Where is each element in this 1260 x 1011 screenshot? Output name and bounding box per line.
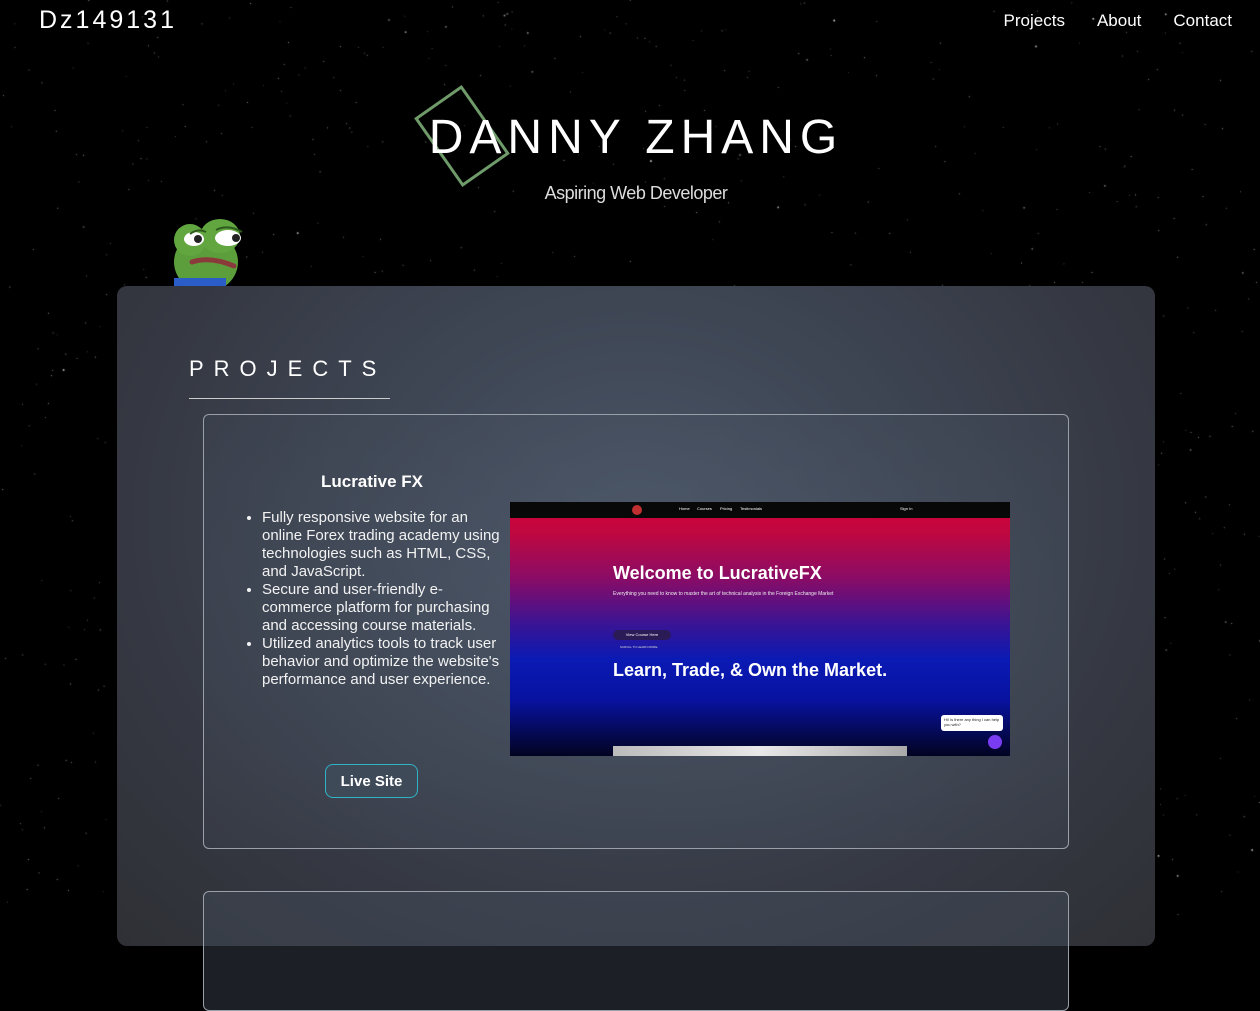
nav-about[interactable]: About bbox=[1097, 11, 1141, 31]
messenger-icon bbox=[988, 735, 1002, 749]
nav-contact[interactable]: Contact bbox=[1173, 11, 1232, 31]
project-card: Lucrative FX Fully responsive website fo… bbox=[203, 414, 1069, 849]
list-item: Utilized analytics tools to track user b… bbox=[262, 635, 510, 689]
project-title: Lucrative FX bbox=[320, 472, 424, 491]
screenshot-heading: Welcome to LucrativeFX bbox=[613, 563, 822, 583]
screenshot-cta: View Course Here bbox=[613, 630, 671, 640]
screenshot-sign-in: Sign In bbox=[900, 506, 913, 511]
screenshot-tagline: Everything you need to know to master th… bbox=[613, 591, 834, 597]
projects-panel: PROJECTS Lucrative FX Fully responsive w… bbox=[117, 286, 1155, 1011]
hero-title: DANNY ZHANG bbox=[428, 111, 844, 164]
main-nav: Projects About Contact bbox=[1004, 11, 1232, 31]
project-card-next bbox=[203, 891, 1069, 1011]
frog-mascot-icon bbox=[174, 219, 243, 288]
screenshot-chat-bubble: Hi! Is there any thing I can help you wi… bbox=[941, 715, 1003, 731]
screenshot-bottom-bar bbox=[613, 746, 907, 756]
screenshot-nav-item: Courses bbox=[697, 506, 712, 511]
screenshot-scroll-hint: SCROLL TO LEARN MORE bbox=[620, 645, 658, 649]
project-screenshot[interactable]: Home Courses Pricing Testimonials Sign I… bbox=[510, 502, 1010, 756]
live-site-button[interactable]: Live Site bbox=[325, 764, 418, 798]
screenshot-logo-icon bbox=[632, 505, 642, 515]
site-logo[interactable]: Dz149131 bbox=[39, 6, 177, 35]
nav-projects[interactable]: Projects bbox=[1004, 11, 1065, 31]
screenshot-navbar: Home Courses Pricing Testimonials Sign I… bbox=[510, 502, 1010, 518]
screenshot-heading-2: Learn, Trade, & Own the Market. bbox=[613, 660, 888, 680]
screenshot-nav-item: Testimonials bbox=[740, 506, 763, 511]
hero-subtitle: Aspiring Web Developer bbox=[544, 183, 728, 203]
section-divider bbox=[189, 398, 390, 399]
project-feature-list: Fully responsive website for an online F… bbox=[244, 509, 510, 689]
list-item: Fully responsive website for an online F… bbox=[262, 509, 510, 581]
screenshot-nav-item: Home bbox=[679, 506, 690, 511]
screenshot-nav-item: Pricing bbox=[720, 506, 733, 511]
list-item: Secure and user-friendly e-commerce plat… bbox=[262, 581, 510, 635]
section-title: PROJECTS bbox=[189, 356, 387, 381]
